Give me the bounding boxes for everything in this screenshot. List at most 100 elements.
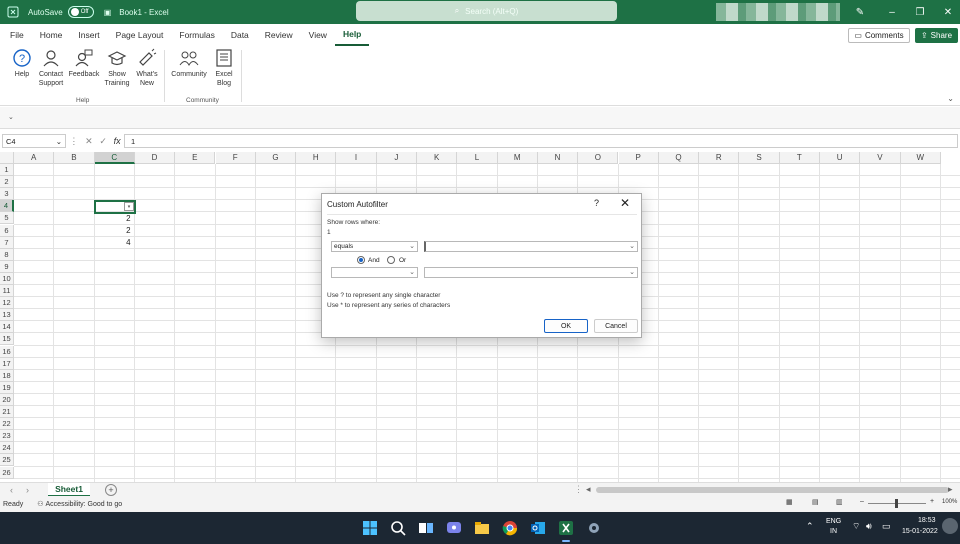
comments-button[interactable]: ▭ Comments: [848, 28, 910, 43]
column-header-i[interactable]: I: [336, 152, 377, 164]
zoom-level[interactable]: 100%: [942, 499, 957, 505]
account-area[interactable]: [716, 3, 840, 21]
row-header-15[interactable]: 15: [0, 333, 14, 346]
row-header-13[interactable]: 13: [0, 309, 14, 322]
row-header-22[interactable]: 22: [0, 418, 14, 431]
contact-support-button[interactable]: Contact Support: [36, 48, 66, 88]
windows-start-icon[interactable]: [360, 518, 380, 538]
column-header-o[interactable]: O: [578, 152, 619, 164]
column-header-r[interactable]: R: [699, 152, 740, 164]
column-header-e[interactable]: E: [175, 152, 216, 164]
wifi-icon[interactable]: ⌔: [852, 521, 860, 532]
share-button[interactable]: ⇪ Share: [915, 28, 958, 43]
filter-dropdown-icon[interactable]: ▾: [124, 202, 134, 211]
next-sheet-icon[interactable]: ›: [26, 485, 29, 495]
column-header-u[interactable]: U: [820, 152, 861, 164]
row-header-25[interactable]: 25: [0, 454, 14, 467]
row-header-20[interactable]: 20: [0, 393, 14, 406]
prev-sheet-icon[interactable]: ‹: [10, 485, 13, 495]
and-radio[interactable]: [357, 256, 365, 264]
row-header-16[interactable]: 16: [0, 345, 14, 358]
column-header-q[interactable]: Q: [658, 152, 700, 164]
customize-qat-icon[interactable]: ⌄: [8, 113, 14, 121]
language-primary[interactable]: ENG: [826, 518, 841, 525]
row-header-23[interactable]: 23: [0, 430, 14, 443]
autosave-toggle[interactable]: Off: [67, 6, 94, 18]
row-header-10[interactable]: 10: [0, 272, 14, 285]
cancel-entry-icon[interactable]: ✕: [85, 136, 93, 147]
name-box[interactable]: C4 ⌄: [2, 134, 66, 148]
scroll-left-icon[interactable]: ◂: [586, 484, 591, 495]
enter-check-icon[interactable]: ✓: [99, 136, 107, 147]
column-header-w[interactable]: W: [900, 152, 941, 164]
sheet-tab-sheet1[interactable]: Sheet1: [48, 483, 90, 497]
page-break-view-icon[interactable]: ▥: [836, 498, 843, 506]
notification-avatar-icon[interactable]: [942, 518, 958, 534]
pen-icon[interactable]: ✎: [844, 0, 876, 24]
column-header-k[interactable]: K: [417, 152, 458, 164]
select-all-corner[interactable]: [0, 152, 14, 164]
add-sheet-icon[interactable]: +: [105, 484, 117, 496]
search-taskbar-icon[interactable]: [388, 518, 408, 538]
excel-blog-button[interactable]: Excel Blog: [212, 48, 236, 88]
row-header-26[interactable]: 26: [0, 466, 14, 479]
column-header-j[interactable]: J: [376, 152, 417, 164]
splitter-handle-icon[interactable]: ⋮: [574, 484, 583, 495]
show-training-button[interactable]: Show Training: [103, 48, 131, 88]
tab-data[interactable]: Data: [223, 24, 257, 46]
help-button[interactable]: ? Help: [10, 48, 34, 79]
community-button[interactable]: Community: [168, 48, 210, 79]
settings-gear-icon[interactable]: [584, 518, 604, 538]
save-icon[interactable]: ▣: [104, 8, 112, 17]
column-header-s[interactable]: S: [739, 152, 780, 164]
row-header-4[interactable]: 4: [0, 200, 14, 213]
cell-c7[interactable]: 4: [95, 238, 130, 247]
close-icon[interactable]: ✕: [620, 196, 630, 210]
volume-icon[interactable]: 🔊︎: [866, 521, 872, 532]
page-layout-view-icon[interactable]: ▤: [812, 498, 819, 506]
tab-review[interactable]: Review: [257, 24, 301, 46]
normal-view-icon[interactable]: ▦: [786, 498, 793, 506]
outlook-icon[interactable]: [528, 518, 548, 538]
close-window-icon[interactable]: ✕: [932, 0, 960, 24]
column-header-h[interactable]: H: [296, 152, 337, 164]
criteria2-value-input[interactable]: ⌄: [424, 267, 638, 278]
column-header-v[interactable]: V: [860, 152, 901, 164]
chrome-icon[interactable]: [500, 518, 520, 538]
accessibility-icon[interactable]: ⚇: [37, 500, 43, 508]
or-radio[interactable]: [387, 256, 395, 264]
column-header-b[interactable]: B: [54, 152, 95, 164]
column-header-m[interactable]: M: [497, 152, 538, 164]
row-header-19[interactable]: 19: [0, 381, 14, 394]
tab-page-layout[interactable]: Page Layout: [108, 24, 172, 46]
clock-time[interactable]: 18:53: [918, 517, 936, 524]
row-header-24[interactable]: 24: [0, 442, 14, 455]
scroll-right-icon[interactable]: ▸: [948, 484, 953, 495]
row-header-11[interactable]: 11: [0, 285, 14, 297]
criteria1-operator-select[interactable]: equals ⌄: [331, 241, 418, 252]
row-header-3[interactable]: 3: [0, 188, 14, 201]
column-header-n[interactable]: N: [537, 152, 579, 164]
cell-c6[interactable]: 2: [95, 226, 130, 235]
column-header-g[interactable]: G: [255, 152, 297, 164]
insert-function-icon[interactable]: fx: [114, 136, 121, 147]
cell-c5[interactable]: 2: [95, 214, 130, 223]
tab-formulas[interactable]: Formulas: [171, 24, 222, 46]
criteria1-value-input[interactable]: ⌄: [424, 241, 638, 252]
row-header-17[interactable]: 17: [0, 357, 14, 370]
zoom-in-icon[interactable]: +: [930, 498, 934, 505]
search-box[interactable]: ⌕ Search (Alt+Q): [356, 1, 617, 21]
column-header-t[interactable]: T: [779, 152, 820, 164]
tab-insert[interactable]: Insert: [70, 24, 107, 46]
excel-taskbar-icon[interactable]: [556, 518, 576, 542]
row-header-7[interactable]: 7: [0, 236, 14, 249]
tab-file[interactable]: File: [2, 24, 32, 46]
row-header-12[interactable]: 12: [0, 297, 14, 310]
task-view-icon[interactable]: [416, 518, 436, 538]
whats-new-button[interactable]: What's New: [133, 48, 161, 88]
row-header-8[interactable]: 8: [0, 248, 14, 261]
clock-date[interactable]: 15-01-2022: [902, 528, 938, 535]
zoom-out-icon[interactable]: –: [860, 498, 864, 505]
cancel-button[interactable]: Cancel: [594, 319, 638, 333]
row-header-6[interactable]: 6: [0, 224, 14, 237]
